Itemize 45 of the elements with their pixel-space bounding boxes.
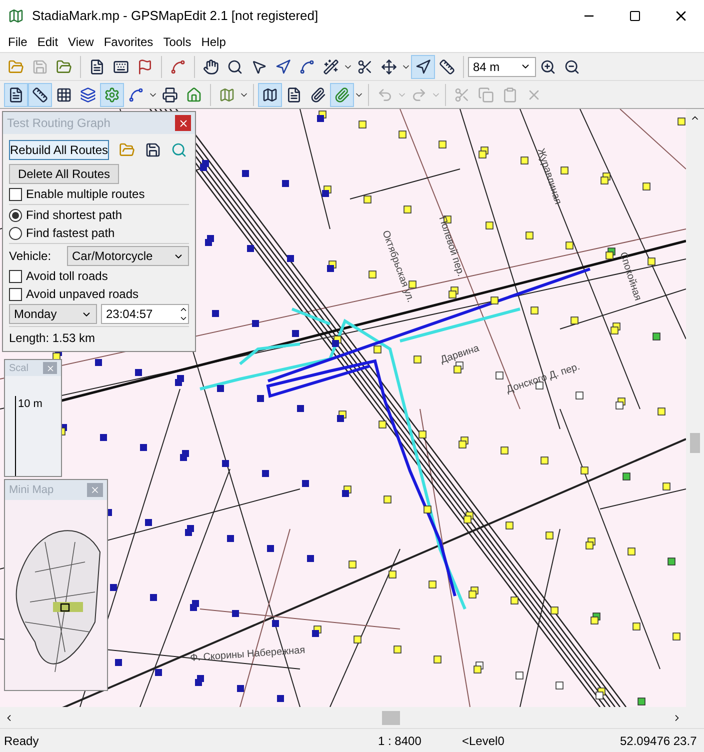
spin-down-icon[interactable] [179,314,188,323]
checkbox[interactable] [9,188,22,200]
ruler-label: 10 m [18,397,42,412]
rebuild-routes-button[interactable]: Rebuild All Routes [9,140,110,160]
window-title: StadiaMark.mp - GPSMapEdit 2.1 [not registered] [32,7,320,26]
radio-label: Find fastest path [26,225,115,242]
status-text: Ready [3,732,40,750]
day-dropdown[interactable]: Monday [9,304,97,324]
menu-item[interactable]: Edit [33,33,62,51]
scale-dropdown[interactable]: 84 m [468,56,536,76]
menu-item[interactable]: View [64,33,98,51]
panel-title: Scal [9,362,28,376]
vehicle-dropdown[interactable]: Car/Motorcycle [67,246,189,266]
radio-button[interactable] [9,226,22,240]
status-scale: 1 : 8400 [378,732,422,750]
close-icon [90,485,100,495]
close-icon [46,364,54,372]
checkbox-label: Avoid unpaved roads [26,286,139,303]
radio-label: Find shortest path [26,207,122,224]
status-coordinates: 52.09476 23.7 [620,732,697,750]
close-icon [178,118,188,128]
delete-routes-button[interactable]: Delete All Routes [9,164,119,184]
status-level: <Level0 [462,732,506,750]
map-icon[interactable] [258,82,282,106]
menu-item[interactable]: File [4,33,32,51]
radio-button[interactable] [9,208,22,222]
scroll-thumb[interactable] [382,711,400,725]
checkbox-label: Avoid toll roads [26,268,108,285]
maximize-icon [629,10,641,22]
menu-item[interactable]: Favorites [100,33,158,51]
panel-title: Test Routing Graph [7,115,110,132]
scroll-thumb[interactable] [690,433,700,453]
time-field[interactable]: 23:04:57 [101,304,189,324]
menu-item[interactable]: Tools [159,33,196,51]
spin-up-icon[interactable] [179,305,188,314]
close-button[interactable] [175,115,191,131]
checkbox[interactable] [9,288,22,300]
route-length: Length: 1.53 km [9,330,96,347]
checkbox[interactable] [9,270,22,282]
menu-item[interactable]: Help [197,33,230,51]
checkbox-label: Enable multiple routes [26,186,145,203]
panel-title: Mini Map [9,482,54,498]
attach-color-icon[interactable] [330,82,354,106]
street-label: Ф. Скорины Набережная [190,644,306,666]
vehicle-label: Vehicle: [9,248,52,265]
